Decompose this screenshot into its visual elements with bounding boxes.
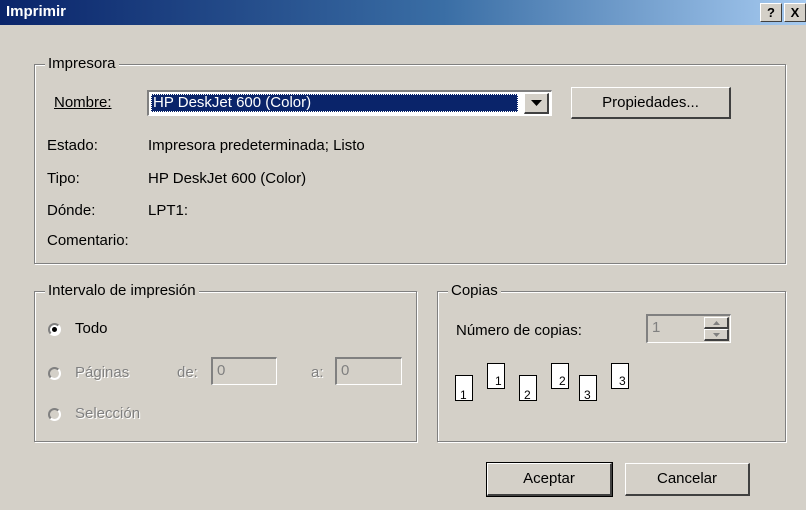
ok-button[interactable]: Aceptar xyxy=(486,462,613,497)
printer-name-select[interactable]: HP DeskJet 600 (Color) xyxy=(147,90,552,116)
range-to-input[interactable]: 0 xyxy=(335,357,402,385)
range-to-value: 0 xyxy=(341,362,350,379)
status-value: Impresora predeterminada; Listo xyxy=(148,137,365,154)
type-value: HP DeskJet 600 (Color) xyxy=(148,170,307,187)
copies-count-label: Número de copias: xyxy=(456,322,582,339)
printer-name-value: HP DeskJet 600 (Color) xyxy=(153,94,312,111)
printer-name-label: Nombre: xyxy=(54,94,112,112)
range-from-value: 0 xyxy=(217,362,226,379)
stepper-up-button[interactable] xyxy=(704,317,729,329)
window-title: Imprimir xyxy=(6,3,67,20)
radio-dot xyxy=(52,327,57,332)
radio-indicator xyxy=(48,408,61,421)
collate-page-front-2: 2 xyxy=(519,375,537,402)
copies-count-stepper[interactable]: 1 xyxy=(646,314,731,343)
print-range-group-label: Intervalo de impresión xyxy=(45,282,199,300)
where-label: Dónde: xyxy=(47,202,96,219)
chevron-down-icon xyxy=(531,100,542,106)
radio-indicator xyxy=(48,367,61,380)
title-bar[interactable]: Imprimir ? X xyxy=(0,0,806,25)
properties-button[interactable]: Propiedades... xyxy=(571,87,731,119)
ok-button-label: Aceptar xyxy=(523,470,575,487)
collate-page-back-1: 1 xyxy=(487,363,505,389)
range-selection-radio[interactable]: Selección xyxy=(48,405,188,425)
collate-page-front-1: 1 xyxy=(455,375,473,402)
range-pages-radio[interactable]: Páginas xyxy=(48,364,168,384)
page-number: 3 xyxy=(619,374,626,388)
help-button[interactable]: ? xyxy=(760,3,782,22)
copies-count-value: 1 xyxy=(652,319,661,336)
cancel-button-label: Cancelar xyxy=(656,470,718,487)
collate-illustration: 1 1 2 2 3 3 xyxy=(455,363,655,408)
collate-page-back-3: 3 xyxy=(611,363,629,389)
status-label: Estado: xyxy=(47,137,98,154)
type-label: Tipo: xyxy=(47,170,80,187)
range-to-label: a: xyxy=(311,364,324,381)
collate-page-front-3: 3 xyxy=(579,375,597,402)
printer-group-label: Impresora xyxy=(45,55,119,73)
printer-name-label-text: Nombre: xyxy=(54,94,112,111)
properties-button-label: Propiedades... xyxy=(602,94,699,111)
range-pages-label: Páginas xyxy=(75,364,130,381)
page-number: 3 xyxy=(584,388,591,402)
collate-page-back-2: 2 xyxy=(551,363,569,389)
range-from-label: de: xyxy=(177,364,198,381)
radio-indicator xyxy=(48,323,61,336)
where-value: LPT1: xyxy=(148,202,189,219)
range-all-radio[interactable]: Todo xyxy=(48,320,168,340)
arrow-down-icon xyxy=(713,333,720,337)
copies-group-label: Copias xyxy=(448,282,501,300)
stepper-down-button[interactable] xyxy=(704,329,729,341)
range-all-label: Todo xyxy=(75,320,108,337)
arrow-up-icon xyxy=(713,321,720,325)
comment-label: Comentario: xyxy=(47,232,129,249)
page-number: 1 xyxy=(460,388,467,402)
page-number: 2 xyxy=(559,374,566,388)
cancel-button[interactable]: Cancelar xyxy=(625,463,750,496)
page-number: 1 xyxy=(495,374,502,388)
range-from-input[interactable]: 0 xyxy=(211,357,277,385)
printer-dropdown-button[interactable] xyxy=(524,93,549,114)
range-selection-label: Selección xyxy=(75,405,141,422)
close-button[interactable]: X xyxy=(784,3,806,22)
page-number: 2 xyxy=(524,388,531,402)
